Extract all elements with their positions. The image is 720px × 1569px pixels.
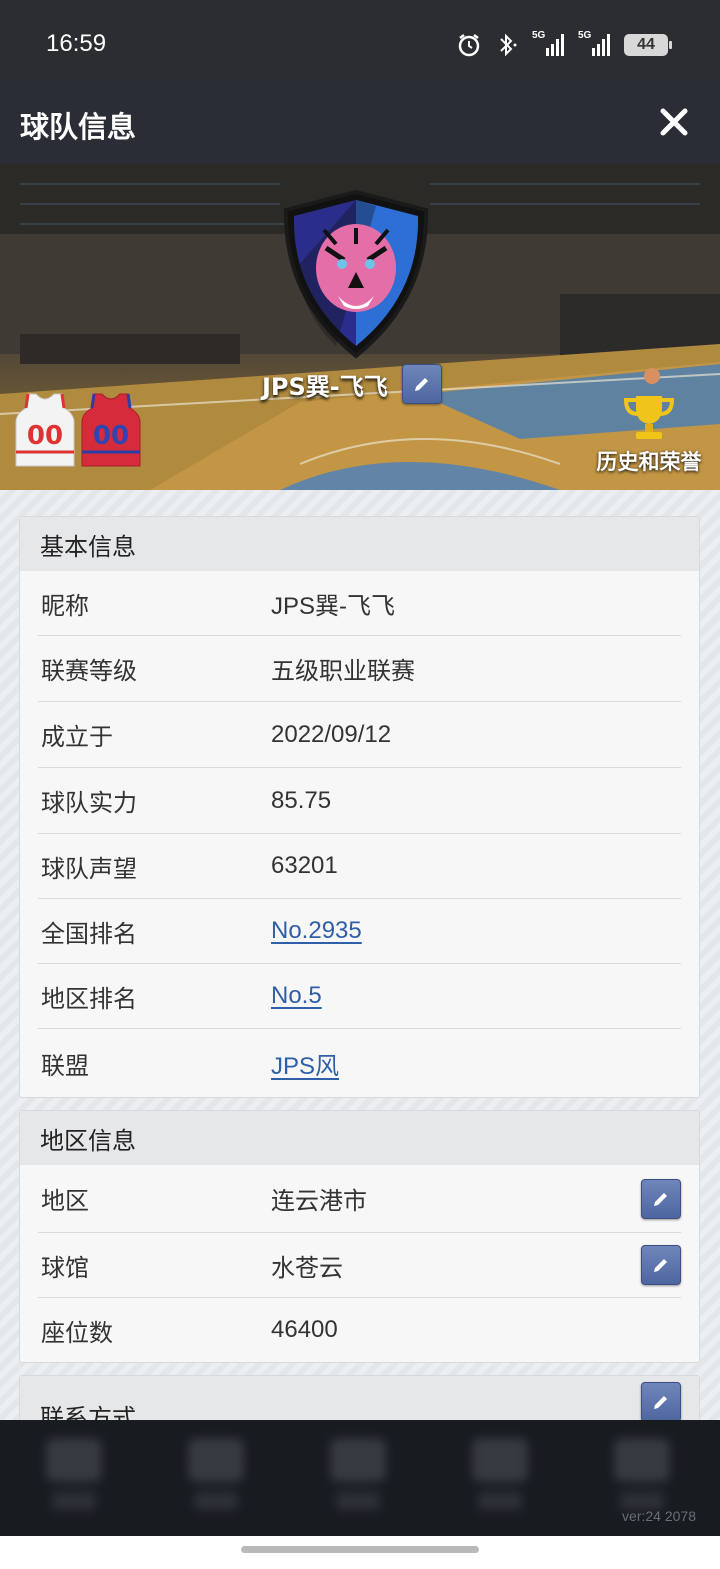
info-row-regional-rank: 地区排名 No.5 <box>38 964 681 1029</box>
team-name-row: JPS巽-飞飞 <box>262 364 442 404</box>
close-button[interactable] <box>654 102 694 142</box>
row-label: 成立于 <box>41 723 113 751</box>
row-value: JPS巽-飞飞 <box>271 592 396 620</box>
signal-icon-2: 5G <box>578 30 610 56</box>
basic-info-title: 基本信息 <box>20 517 699 571</box>
contact-title: 联系方式 <box>40 1403 136 1421</box>
national-rank-link[interactable]: No.2935 <box>271 917 362 945</box>
home-indicator[interactable] <box>241 1546 479 1553</box>
row-label: 球队实力 <box>41 789 137 817</box>
row-label: 联赛等级 <box>41 657 137 685</box>
bluetooth-icon <box>500 33 517 57</box>
status-bar: 16:59 5G 5G 44 <box>0 0 720 80</box>
row-value: 连云港市 <box>271 1188 367 1215</box>
team-logo <box>283 189 429 359</box>
row-value: 水苍云 <box>271 1254 343 1282</box>
away-jersey-number: 00 <box>93 421 129 451</box>
basic-info-card: 基本信息 昵称 JPS巽-飞飞 联赛等级 五级职业联赛 成立于 2022/09/… <box>19 516 700 1098</box>
team-banner: JPS巽-飞飞 00 00 历史和荣誉 <box>0 164 720 490</box>
nav-item-1[interactable] <box>44 1438 104 1518</box>
history-honors-button[interactable]: 历史和荣誉 <box>590 394 708 476</box>
regional-rank-link[interactable]: No.5 <box>271 982 322 1010</box>
home-jersey-number: 00 <box>27 421 63 451</box>
info-row-alliance: 联盟 JPS风 <box>38 1029 681 1097</box>
team-name: JPS巽-飞飞 <box>262 372 388 401</box>
content-area[interactable]: 基本信息 昵称 JPS巽-飞飞 联赛等级 五级职业联赛 成立于 2022/09/… <box>0 490 720 1420</box>
history-honors-label: 历史和荣誉 <box>596 450 702 474</box>
row-label: 地区排名 <box>41 984 137 1013</box>
info-row-reputation: 球队声望 63201 <box>38 834 681 899</box>
battery-icon: 44 <box>624 34 672 56</box>
pencil-icon <box>654 1396 667 1409</box>
contact-header: 联系方式 <box>20 1376 699 1420</box>
home-indicator-area <box>0 1536 720 1569</box>
trophy-icon <box>623 396 675 439</box>
page-header: 球队信息 <box>0 80 720 164</box>
row-label: 地区 <box>41 1187 89 1215</box>
info-row-arena: 球馆 水苍云 <box>38 1233 681 1298</box>
nav-item-2[interactable] <box>186 1438 246 1518</box>
row-label: 球馆 <box>41 1253 89 1282</box>
info-row-founded: 成立于 2022/09/12 <box>38 702 681 768</box>
contact-card: 联系方式 <box>19 1375 700 1420</box>
alarm-icon <box>458 34 480 57</box>
row-label: 昵称 <box>41 591 89 620</box>
info-row-league-level: 联赛等级 五级职业联赛 <box>38 636 681 702</box>
region-info-title: 地区信息 <box>20 1111 699 1165</box>
away-jersey-icon: 00 <box>81 393 141 467</box>
network-type-label: 5G <box>532 30 546 41</box>
info-row-national-rank: 全国排名 No.2935 <box>38 899 681 964</box>
row-label: 全国排名 <box>41 919 137 948</box>
row-label: 联盟 <box>41 1051 89 1080</box>
edit-contact-button[interactable] <box>641 1382 681 1420</box>
pencil-icon <box>654 1259 667 1272</box>
row-label: 球队声望 <box>41 854 137 883</box>
signal-icon: 5G <box>532 30 564 56</box>
page-title: 球队信息 <box>20 110 137 144</box>
home-jersey-icon: 00 <box>15 393 75 467</box>
nav-item-3[interactable] <box>328 1438 388 1518</box>
edit-team-name-button[interactable] <box>401 364 442 404</box>
region-info-card: 地区信息 地区 连云港市 球馆 水苍云 座位数 46400 <box>19 1110 700 1363</box>
team-jerseys[interactable]: 00 00 <box>14 392 142 468</box>
row-value: 五级职业联赛 <box>271 658 415 685</box>
alliance-link[interactable]: JPS风 <box>271 1046 339 1081</box>
network-type-label-2: 5G <box>578 30 592 41</box>
edit-arena-button[interactable] <box>641 1245 681 1285</box>
info-row-region: 地区 连云港市 <box>38 1165 681 1233</box>
bottom-nav: ver:24 2078 <box>0 1420 720 1536</box>
row-label: 座位数 <box>41 1318 113 1347</box>
status-icons: 5G 5G 44 <box>456 30 672 58</box>
info-row-nickname: 昵称 JPS巽-飞飞 <box>38 571 681 636</box>
row-value: 2022/09/12 <box>271 720 392 748</box>
info-row-seats: 座位数 46400 <box>38 1298 681 1362</box>
info-row-team-strength: 球队实力 85.75 <box>38 768 681 834</box>
nav-item-4[interactable] <box>470 1438 530 1518</box>
row-value: 63201 <box>271 852 338 879</box>
edit-region-button[interactable] <box>641 1178 681 1219</box>
version-label: ver:24 2078 <box>622 1508 696 1524</box>
row-value: 85.75 <box>271 786 332 814</box>
pencil-icon <box>654 1192 667 1206</box>
nav-item-5[interactable] <box>612 1438 672 1518</box>
row-value: 46400 <box>271 1316 338 1343</box>
pencil-icon <box>414 378 428 391</box>
close-icon <box>660 108 688 136</box>
status-time: 16:59 <box>46 30 107 57</box>
